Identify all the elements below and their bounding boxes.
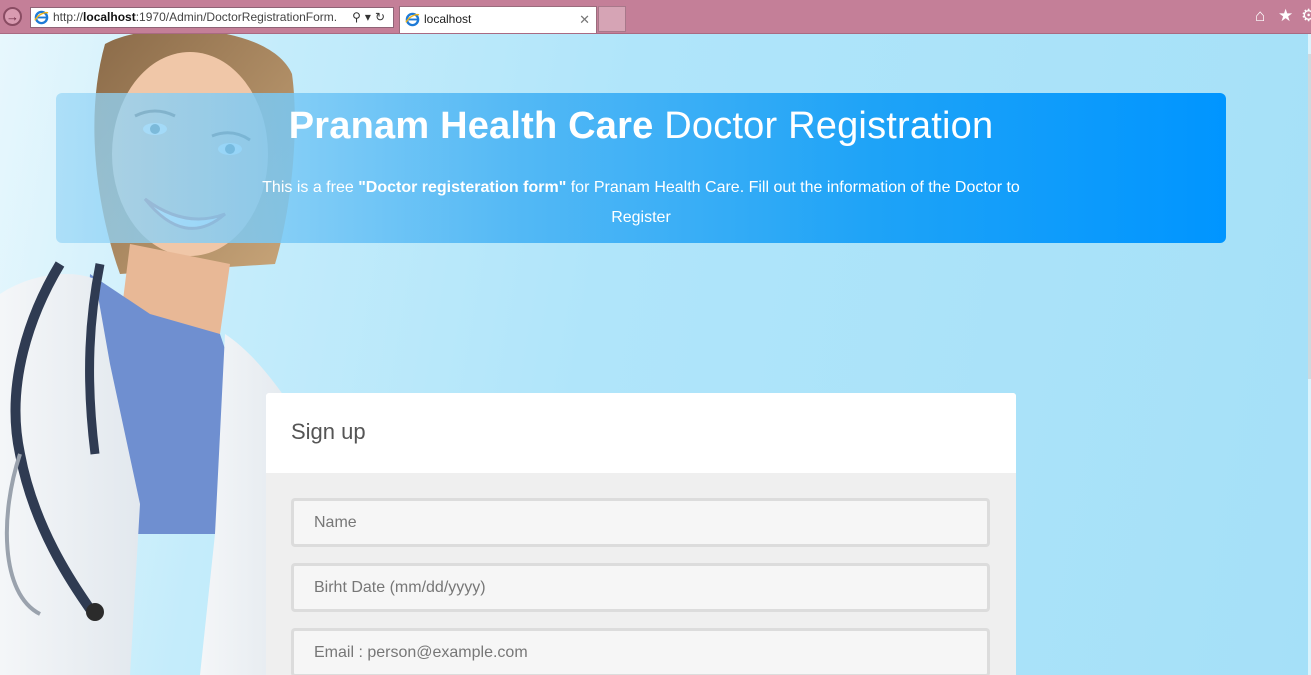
star-icon[interactable]: ★ [1278,6,1293,26]
refresh-icon[interactable]: ↻ [375,10,389,24]
hero-banner: Pranam Health Care Doctor Registration T… [56,93,1226,243]
dropdown-icon[interactable]: ▾ [365,10,375,24]
brand-name: Pranam Health Care [288,105,654,147]
close-icon[interactable]: ✕ [579,7,590,32]
tab-title: localhost [424,12,472,26]
title-suffix: Doctor Registration [664,105,994,147]
name-input[interactable] [291,498,990,547]
home-icon[interactable]: ⌂ [1255,6,1265,26]
desc-start: This is a free [262,179,359,196]
ie-icon [34,10,49,25]
url-host: localhost [83,10,136,24]
url-text[interactable]: http://localhost:1970/Admin/DoctorRegist… [53,8,347,27]
search-icon[interactable]: ⚲ [352,10,365,24]
signup-heading: Sign up [291,419,366,444]
card-header: Sign up [266,393,1016,473]
ie-icon [405,12,420,27]
gear-icon[interactable]: ⚙ [1301,6,1311,26]
birth-date-input[interactable] [291,563,990,612]
signup-card: Sign up [266,393,1016,675]
browser-toolbar: → http://localhost:1970/Admin/DoctorRegi… [0,0,1311,34]
new-tab-button[interactable] [598,6,626,32]
email-input[interactable] [291,628,990,675]
url-path: :1970/Admin/DoctorRegistrationForm. [135,10,338,24]
address-bar[interactable]: http://localhost:1970/Admin/DoctorRegist… [30,7,394,28]
desc-bold: "Doctor registeration form" [358,179,567,196]
back-arrow-icon[interactable]: → [3,7,22,26]
desc-end: for Pranam Health Care. Fill out the inf… [566,179,1020,226]
tab-localhost[interactable]: localhost ✕ [399,6,597,33]
page-title: Pranam Health Care Doctor Registration [56,105,1226,148]
url-prefix: http:// [53,10,84,24]
page-content: Pranam Health Care Doctor Registration T… [0,34,1311,675]
hero-description: This is a free "Doctor registeration for… [256,173,1026,233]
